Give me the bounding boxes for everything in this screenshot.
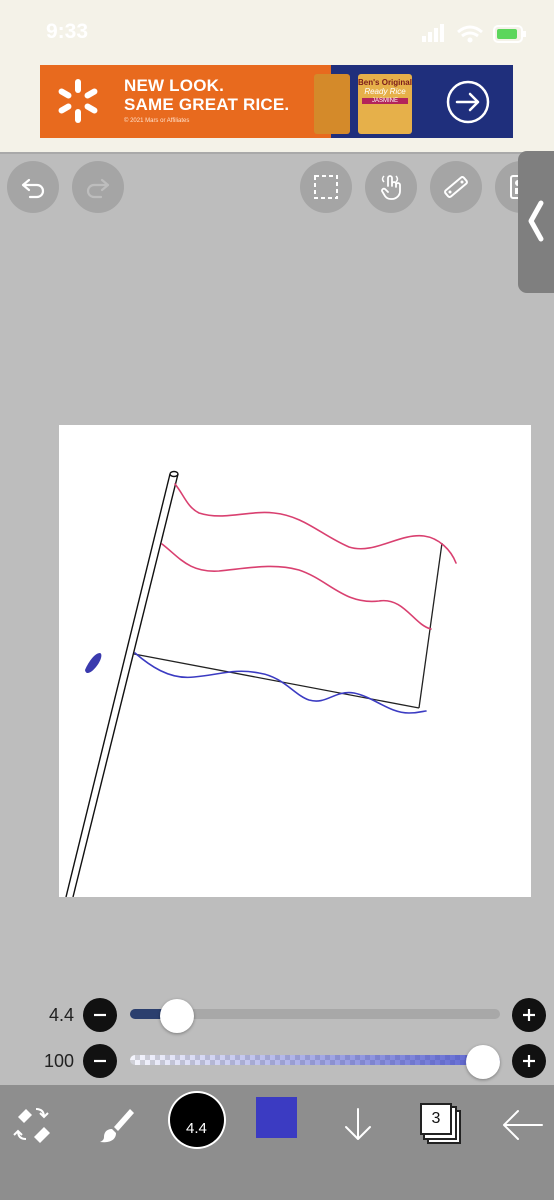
selection-icon [314,175,338,199]
status-time: 9:33 [46,20,89,43]
color-picker-button[interactable] [256,1097,297,1138]
bottom-toolbar: 4.4 3 [0,1085,554,1200]
minus-icon [94,1013,106,1017]
ad-product: Ready Rice [364,87,406,96]
ad-headline-line1: NEW LOOK. [124,76,225,95]
brush-size-decrease-button[interactable] [83,998,117,1032]
brush-size-label: 4.4 [186,1120,207,1137]
brush-tool-button[interactable] [90,1099,142,1151]
transform-tool-button[interactable] [6,1099,58,1151]
side-panel-tab[interactable] [518,151,554,293]
chevron-left-icon [528,200,544,242]
opacity-value: 100 [43,1051,74,1071]
redo-icon [86,178,110,199]
download-icon [345,1108,371,1140]
layers-button[interactable]: 3 [420,1103,452,1135]
ad-product-box [314,74,350,134]
opacity-track[interactable] [130,1045,500,1079]
touch-icon [381,175,401,200]
selection-button[interactable] [300,161,352,213]
download-button[interactable] [332,1099,384,1151]
opacity-increase-button[interactable] [512,1044,546,1078]
plus-icon [523,1055,535,1067]
transform-eraser-icon [13,1108,50,1143]
redo-button[interactable] [72,161,124,213]
ad-variant: JASMINE [362,98,408,104]
ruler-button[interactable] [430,161,482,213]
touch-button[interactable] [365,161,417,213]
top-area: 9:33 NEW LOOK. SAME GREAT RICE. © 2021 M… [0,0,554,154]
canvas-drawing [65,470,457,897]
undo-icon [21,178,45,199]
ad-legal: © 2021 Mars or Affiliates [124,118,190,124]
brush-size-slider-row: 4.4 [0,997,554,1033]
brush-size-increase-button[interactable] [512,998,546,1032]
arrow-right-circle-icon[interactable] [445,79,491,125]
ad-headline-line2: SAME GREAT RICE. [124,95,290,114]
ad-product-box-main: Ben's Original Ready Rice JASMINE [358,74,412,134]
brush-size-value: 4.4 [48,1005,74,1025]
ad-banner[interactable]: NEW LOOK. SAME GREAT RICE. © 2021 Mars o… [40,65,513,138]
brush-icon [100,1109,134,1143]
undo-button[interactable] [7,161,59,213]
flagpole-stroke [65,470,179,897]
layer-count: 3 [431,1110,441,1127]
back-button[interactable] [496,1099,548,1151]
blue-blob-stroke [85,653,102,674]
brush-size-thumb[interactable] [160,999,195,1033]
drawing-canvas[interactable] [59,425,531,897]
brush-size-track[interactable] [130,999,500,1033]
opacity-decrease-button[interactable] [83,1044,117,1078]
opacity-slider-row: 100 [0,1043,554,1079]
spark-logo-icon [58,79,98,123]
back-arrow-icon [503,1110,543,1140]
ad-headline: NEW LOOK. SAME GREAT RICE. [124,76,289,114]
status-icons [422,24,526,43]
ruler-icon [444,176,468,198]
opacity-thumb[interactable] [466,1045,500,1079]
flag-red-stroke [161,483,457,630]
plus-icon [523,1009,535,1021]
minus-icon [94,1059,106,1063]
ad-brand: Ben's Original [358,78,412,87]
